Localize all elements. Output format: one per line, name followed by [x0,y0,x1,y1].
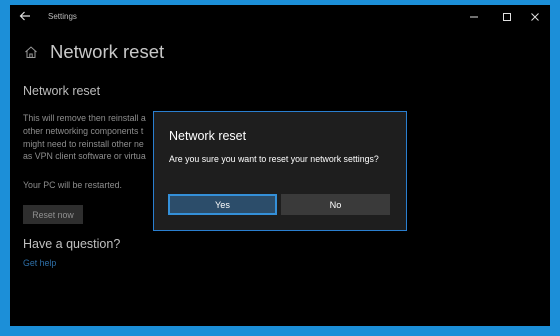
description-line: might need to reinstall other ne [23,138,144,149]
confirm-dialog: Network reset Are you sure you want to r… [153,111,407,231]
no-button[interactable]: No [281,194,390,215]
get-help-link[interactable]: Get help [23,258,56,268]
yes-button[interactable]: Yes [168,194,277,215]
dialog-message: Are you sure you want to reset your netw… [169,154,379,164]
reset-now-button[interactable]: Reset now [23,205,83,224]
dialog-title: Network reset [169,129,247,143]
maximize-icon[interactable] [492,5,522,29]
window-title: Settings [48,12,77,21]
restart-note: Your PC will be restarted. [23,180,122,190]
home-icon[interactable] [24,45,38,59]
description-line: This will remove then reinstall a [23,113,146,123]
description: This will remove then reinstall a other … [23,112,168,163]
section-title: Network reset [23,84,101,98]
minimize-icon[interactable] [459,5,489,29]
page-title: Network reset [50,41,165,62]
description-line: as VPN client software or virtua [23,151,146,162]
description-line: other networking components t [23,125,144,136]
question-heading: Have a question? [23,237,121,251]
title-bar: Settings [10,5,550,29]
close-icon[interactable] [520,5,550,29]
settings-window: Settings Network reset Network reset Thi… [10,5,550,326]
back-arrow-icon[interactable] [18,9,32,23]
